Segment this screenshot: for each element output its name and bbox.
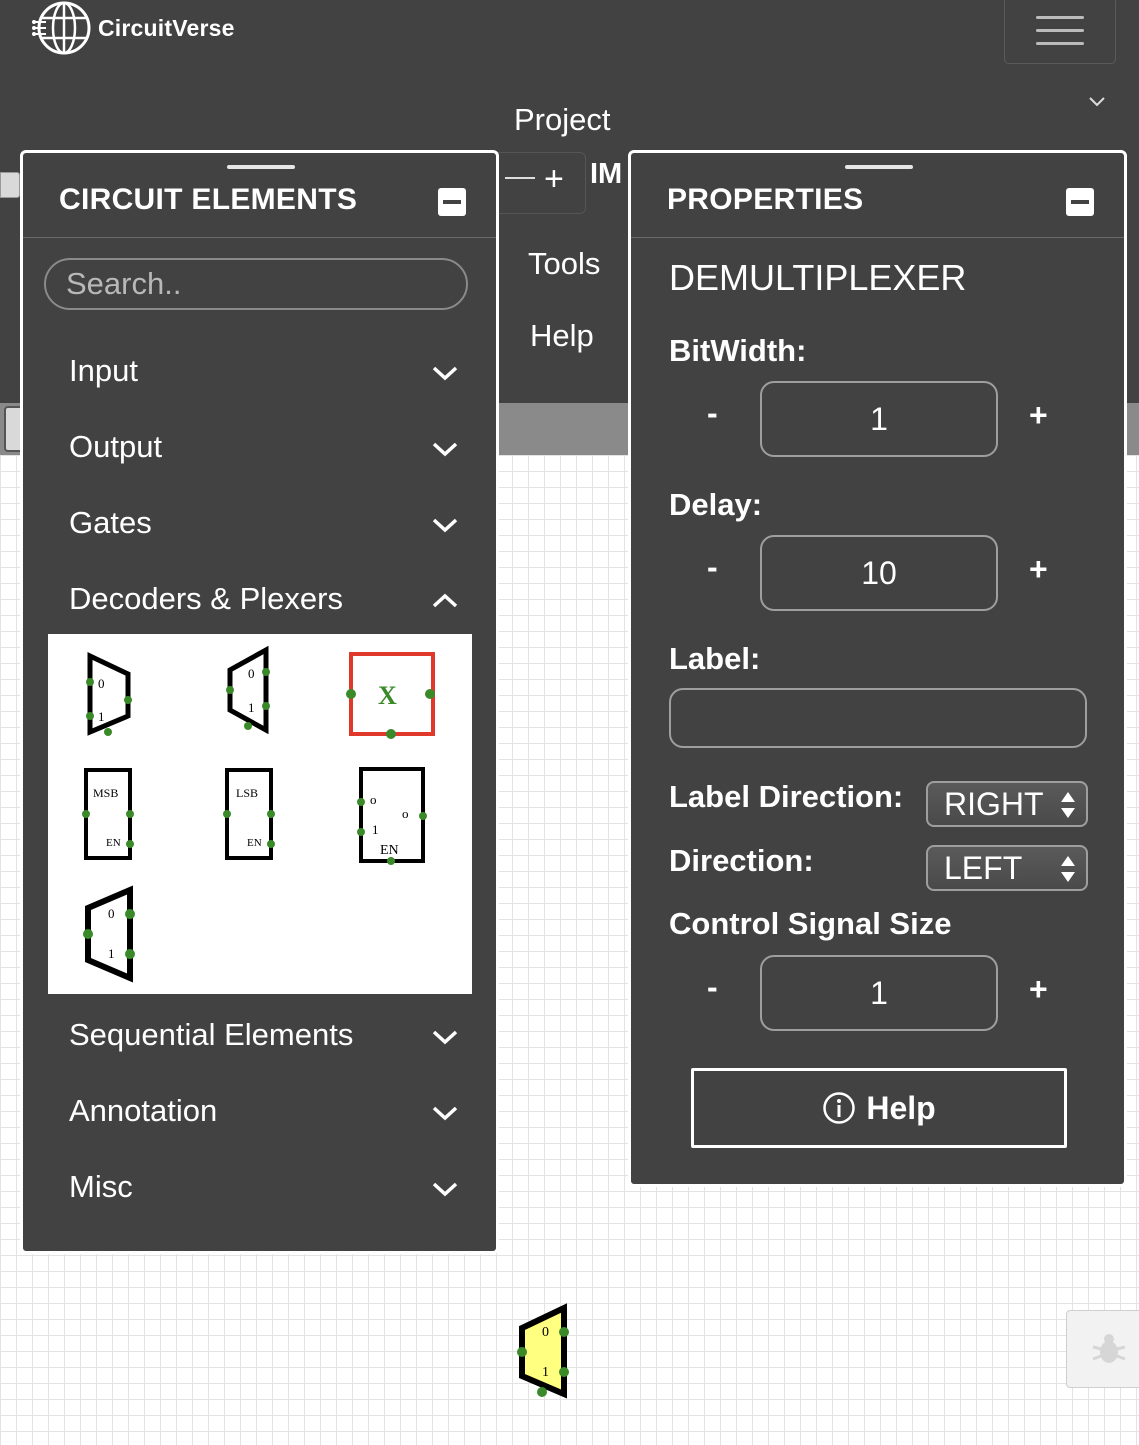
direction-select[interactable]: LEFT xyxy=(926,845,1088,891)
en-label: EN xyxy=(106,837,121,849)
decoder-o2-label: o xyxy=(402,806,409,821)
delay-label: Delay: xyxy=(669,487,763,522)
bitwidth-input[interactable]: 1 xyxy=(760,381,998,457)
category-sequential[interactable]: Sequential Elements xyxy=(69,1017,353,1053)
element-name: DEMULTIPLEXER xyxy=(669,257,967,298)
search-input[interactable] xyxy=(44,258,468,310)
menu-tools[interactable]: Tools xyxy=(528,246,600,282)
label-field-label: Label: xyxy=(669,641,761,676)
demux-large-bit1: 1 xyxy=(108,946,115,961)
mux-bit1-label: 1 xyxy=(98,709,105,724)
minimize-icon[interactable] xyxy=(438,188,466,216)
menu-project[interactable]: Project xyxy=(514,102,610,138)
decoder-o-label: o xyxy=(370,792,377,807)
demultiplexer-element[interactable]: 0 1 xyxy=(218,644,278,734)
category-gates[interactable]: Gates xyxy=(69,505,152,541)
select-value: RIGHT xyxy=(944,785,1044,822)
bitwidth-decrement-button[interactable]: - xyxy=(707,395,718,432)
chevron-down-icon[interactable] xyxy=(431,515,459,535)
drag-handle[interactable] xyxy=(845,165,913,169)
hamburger-line xyxy=(1036,28,1084,32)
en-label: EN xyxy=(380,843,399,858)
circuit-tab-strip xyxy=(498,152,586,214)
chevron-down-icon[interactable] xyxy=(1087,92,1107,112)
msb-label: MSB xyxy=(93,786,118,800)
help-button-label: Help xyxy=(866,1089,936,1126)
bug-icon xyxy=(1092,1334,1126,1363)
en-label: EN xyxy=(247,837,262,849)
chevron-down-icon[interactable] xyxy=(431,439,459,459)
select-arrows-icon xyxy=(1061,856,1075,882)
label-direction-label: Label Direction: xyxy=(669,779,904,814)
panel-title: PROPERTIES xyxy=(667,183,864,216)
canvas-demux-bit1: 1 xyxy=(542,1365,549,1380)
control-signal-increment-button[interactable]: + xyxy=(1029,971,1048,1008)
bitwidth-label: BitWidth: xyxy=(669,333,807,368)
bit-selector-element[interactable]: X xyxy=(344,648,436,740)
category-decoders-plexers[interactable]: Decoders & Plexers xyxy=(69,581,343,617)
select-arrows-icon xyxy=(1061,792,1075,818)
mux-bit0-label: 0 xyxy=(98,676,105,691)
chevron-up-icon[interactable] xyxy=(431,591,459,611)
chevron-down-icon[interactable] xyxy=(431,363,459,383)
help-button[interactable]: Help xyxy=(691,1068,1067,1148)
delay-increment-button[interactable]: + xyxy=(1029,551,1048,588)
category-input[interactable]: Input xyxy=(69,353,138,389)
decoder-element[interactable]: o o 1 EN xyxy=(354,762,434,866)
add-tab-button[interactable]: + xyxy=(544,160,564,199)
x-label: X xyxy=(378,681,397,710)
multiplexer-element[interactable]: 0 1 xyxy=(78,646,138,736)
divider xyxy=(631,237,1124,238)
canvas-demultiplexer[interactable]: 0 1 xyxy=(508,1300,576,1404)
control-signal-input[interactable]: 1 xyxy=(760,955,998,1031)
plexer-elements-grid: 0 1 0 1 X MSB EN LSB EN o o 1 EN 0 1 xyxy=(48,634,472,994)
hamburger-line xyxy=(1036,15,1084,19)
panel-title: CIRCUIT ELEMENTS xyxy=(59,183,358,216)
delay-input[interactable]: 10 xyxy=(760,535,998,611)
category-misc[interactable]: Misc xyxy=(69,1169,133,1205)
canvas-demux-bit0: 0 xyxy=(542,1325,549,1340)
select-value: LEFT xyxy=(944,849,1023,886)
demux-large-bit0: 0 xyxy=(108,906,115,921)
divider xyxy=(23,237,496,238)
demultiplexer-large-element[interactable]: 0 1 xyxy=(78,884,142,984)
tab-dash xyxy=(505,177,535,179)
hamburger-line xyxy=(1036,41,1084,45)
decoder-1-label: 1 xyxy=(372,822,379,837)
chevron-down-icon[interactable] xyxy=(431,1179,459,1199)
control-signal-decrement-button[interactable]: - xyxy=(707,969,718,1006)
msb-element[interactable]: MSB EN xyxy=(80,764,140,864)
brand-logo[interactable]: CircuitVerse xyxy=(32,0,235,56)
left-edge-handle[interactable] xyxy=(0,172,20,198)
category-annotation[interactable]: Annotation xyxy=(69,1093,217,1129)
report-bug-button[interactable] xyxy=(1066,1310,1139,1388)
circuit-elements-panel: CIRCUIT ELEMENTS Input Output Gates Deco… xyxy=(20,150,499,1254)
tab-partial-label[interactable]: IM xyxy=(590,158,622,191)
menu-help[interactable]: Help xyxy=(530,318,594,354)
chevron-down-icon[interactable] xyxy=(431,1027,459,1047)
properties-panel: PROPERTIES DEMULTIPLEXER BitWidth: - 1 +… xyxy=(628,150,1127,1187)
label-input[interactable] xyxy=(669,688,1087,748)
minimize-icon[interactable] xyxy=(1066,188,1094,216)
category-output[interactable]: Output xyxy=(69,429,162,465)
demux-bit0-label: 0 xyxy=(248,666,255,681)
lsb-element[interactable]: LSB EN xyxy=(221,764,281,864)
label-direction-select[interactable]: RIGHT xyxy=(926,781,1088,827)
globe-circuit-icon xyxy=(32,1,91,55)
drag-handle[interactable] xyxy=(227,165,295,169)
demux-bit1-label: 1 xyxy=(248,700,255,715)
brand-name: CircuitVerse xyxy=(98,14,235,41)
info-icon xyxy=(823,1092,856,1124)
delay-decrement-button[interactable]: - xyxy=(707,549,718,586)
direction-label: Direction: xyxy=(669,843,814,878)
hamburger-menu-button[interactable] xyxy=(1004,0,1116,64)
bitwidth-increment-button[interactable]: + xyxy=(1029,397,1048,434)
chevron-down-icon[interactable] xyxy=(431,1103,459,1123)
control-signal-size-label: Control Signal Size xyxy=(669,906,952,941)
lsb-label: LSB xyxy=(236,786,258,800)
